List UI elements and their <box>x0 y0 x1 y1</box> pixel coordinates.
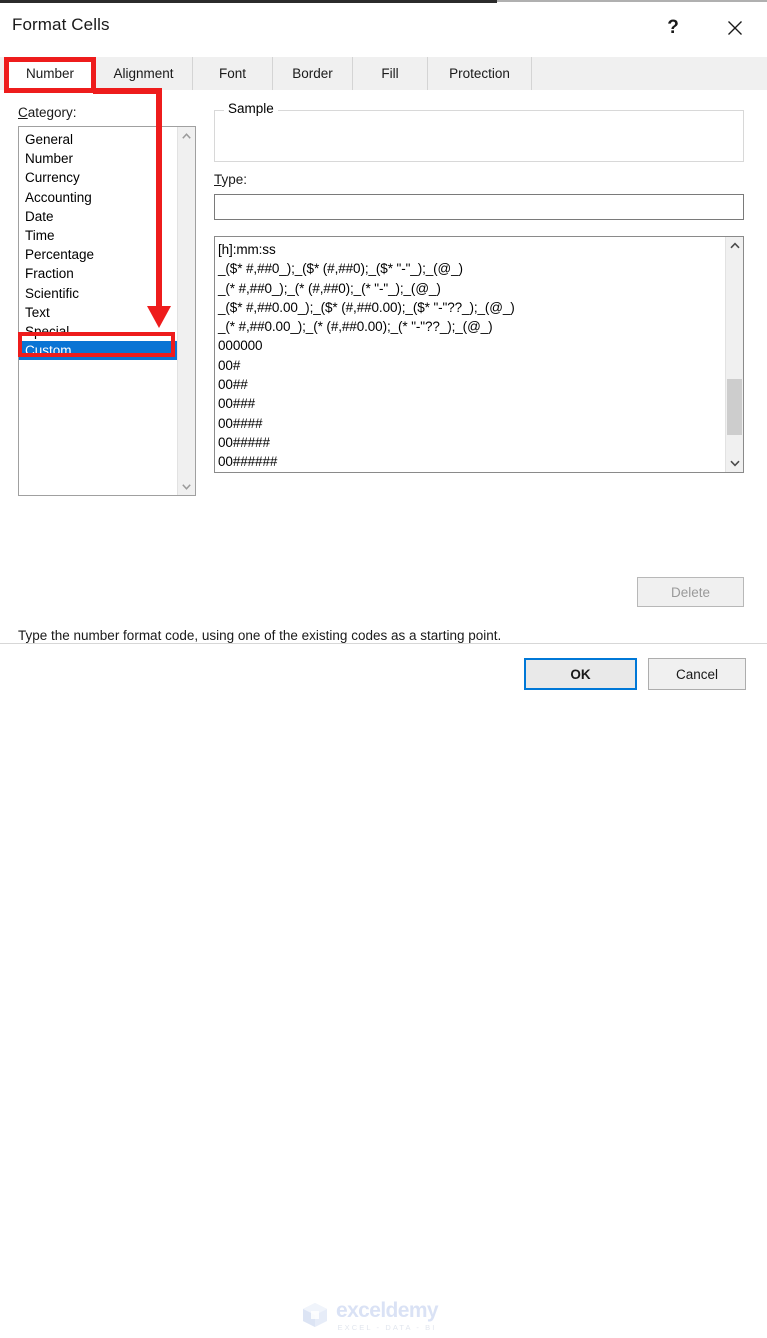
category-item-percentage[interactable]: Percentage <box>19 245 177 264</box>
type-item[interactable]: 00## <box>218 375 725 394</box>
type-item-container: [h]:mm:ss _($* #,##0_);_($* (#,##0);_($* … <box>215 237 725 472</box>
exceldemy-watermark-logo: exceldemy EXCEL - DATA - BI <box>300 1294 470 1338</box>
category-item-special[interactable]: Special <box>19 322 177 341</box>
type-item[interactable]: _($* #,##0.00_);_($* (#,##0.00);_($* "-"… <box>218 298 725 317</box>
type-scrollbar-thumb[interactable] <box>727 378 742 435</box>
type-listbox[interactable]: [h]:mm:ss _($* #,##0_);_($* (#,##0);_($* … <box>214 236 744 473</box>
category-item-currency[interactable]: Currency <box>19 168 177 187</box>
watermark-name: exceldemy <box>336 1299 439 1323</box>
category-label: Category: <box>18 105 77 120</box>
dialog-footer: exceldemy EXCEL - DATA - BI OK Cancel <box>0 643 767 1331</box>
sample-legend-label: Sample <box>224 101 278 116</box>
window-top-border-light <box>497 0 767 2</box>
type-scrollbar[interactable] <box>725 237 743 472</box>
type-item[interactable]: _(* #,##0_);_(* (#,##0);_(* "-"_);_(@_) <box>218 279 725 298</box>
type-item[interactable]: _(* #,##0.00_);_(* (#,##0.00);_(* "-"??_… <box>218 317 725 336</box>
type-item[interactable]: 00##### <box>218 433 725 452</box>
category-item-date[interactable]: Date <box>19 207 177 226</box>
watermark-tagline: EXCEL - DATA - BI <box>337 1323 437 1333</box>
type-label-accel: T <box>214 172 222 187</box>
type-label: Type: <box>214 172 247 187</box>
category-item-custom[interactable]: Custom <box>19 341 177 361</box>
tab-protection[interactable]: Protection <box>428 57 532 90</box>
type-input[interactable] <box>214 194 744 220</box>
format-cells-dialog: Format Cells ? Number Alignment Font Border… <box>0 0 767 1331</box>
type-item[interactable]: _($* #,##0_);_($* (#,##0);_($* "-"_);_(@… <box>218 259 725 278</box>
ok-button[interactable]: OK <box>524 658 637 690</box>
type-scroll-down-chevron-down-icon[interactable] <box>726 455 743 472</box>
title-bar: Format Cells ? <box>0 3 767 50</box>
help-description-text: Type the number format code, using one o… <box>18 628 502 643</box>
cube-icon <box>300 1300 330 1333</box>
tab-number[interactable]: Number <box>6 57 95 90</box>
type-scroll-up-chevron-up-icon[interactable] <box>726 237 743 254</box>
type-item[interactable]: 00# <box>218 356 725 375</box>
category-item-accounting[interactable]: Accounting <box>19 188 177 207</box>
category-scroll-up-chevron-up-icon[interactable] <box>178 127 195 144</box>
tab-border[interactable]: Border <box>273 57 353 90</box>
category-item-fraction[interactable]: Fraction <box>19 264 177 283</box>
type-item[interactable]: 00#### <box>218 414 725 433</box>
type-item[interactable]: 00###### <box>218 452 725 471</box>
tab-fill[interactable]: Fill <box>353 57 428 90</box>
category-scrollbar[interactable] <box>177 127 195 495</box>
type-item[interactable]: [h]:mm:ss <box>218 240 725 259</box>
tab-strip: Number Alignment Font Border Fill Protection <box>0 57 767 91</box>
type-item[interactable]: 000000 <box>218 336 725 355</box>
category-item-number[interactable]: Number <box>19 149 177 168</box>
category-label-accel: C <box>18 105 28 120</box>
dialog-content: Category: General Number Currency Accountin… <box>0 90 767 643</box>
watermark-text: exceldemy EXCEL - DATA - BI <box>336 1299 439 1333</box>
delete-button[interactable]: Delete <box>637 577 744 607</box>
category-listbox[interactable]: General Number Currency Accounting Date Time P… <box>18 126 196 496</box>
category-item-container: General Number Currency Accounting Date Time P… <box>19 127 177 495</box>
tab-alignment[interactable]: Alignment <box>95 57 193 90</box>
category-item-scientific[interactable]: Scientific <box>19 284 177 303</box>
category-item-general[interactable]: General <box>19 130 177 149</box>
sample-group-box <box>214 110 744 162</box>
category-item-time[interactable]: Time <box>19 226 177 245</box>
dialog-title: Format Cells <box>12 15 110 34</box>
type-label-rest: ype: <box>221 172 248 187</box>
category-scroll-down-chevron-down-icon[interactable] <box>178 478 195 495</box>
close-icon[interactable] <box>712 9 758 47</box>
category-label-rest: ategory: <box>27 105 77 120</box>
type-item[interactable]: 00### <box>218 394 725 413</box>
tab-font[interactable]: Font <box>193 57 273 90</box>
category-item-text[interactable]: Text <box>19 303 177 322</box>
cancel-button[interactable]: Cancel <box>648 658 746 690</box>
help-icon[interactable]: ? <box>650 9 696 47</box>
